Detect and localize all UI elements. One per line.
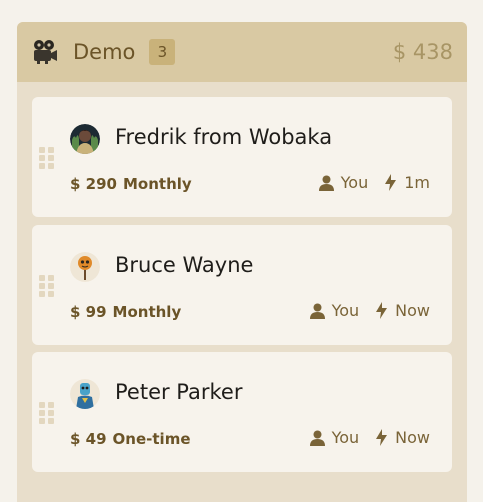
user-icon: [310, 302, 326, 320]
lightning-icon: [382, 174, 398, 192]
lightning-icon: [373, 429, 389, 447]
column-header: Demo 3 $ 438: [17, 22, 467, 82]
deal-card[interactable]: Bruce Wayne $ 99 Monthly You Now: [32, 225, 452, 345]
card-meta: You Now: [310, 301, 430, 320]
contact-name[interactable]: Peter Parker: [115, 380, 243, 404]
drag-handle-icon[interactable]: [39, 147, 55, 169]
user-icon: [310, 429, 326, 447]
owner-label: You: [340, 173, 369, 192]
contact-name[interactable]: Bruce Wayne: [115, 253, 253, 277]
time-label: 1m: [404, 173, 430, 192]
drag-handle-icon[interactable]: [39, 402, 55, 424]
avatar: [70, 124, 100, 154]
deal-value: $ 290 Monthly: [70, 175, 192, 193]
column-title: Demo: [73, 40, 136, 64]
contact-name[interactable]: Fredrik from Wobaka: [115, 125, 332, 149]
price-amount: $ 290: [70, 175, 117, 193]
deal-value: $ 99 Monthly: [70, 303, 181, 321]
time-label: Now: [395, 301, 430, 320]
owner-label: You: [331, 301, 360, 320]
price-frequency: Monthly: [122, 175, 192, 193]
avatar: [70, 379, 100, 409]
price-amount: $ 99: [70, 303, 107, 321]
deal-card[interactable]: Peter Parker $ 49 One-time You Now: [32, 352, 452, 472]
avatar: [70, 252, 100, 282]
owner-label: You: [331, 428, 360, 447]
deal-value: $ 49 One-time: [70, 430, 191, 448]
card-meta: You 1m: [319, 173, 430, 192]
deal-card[interactable]: Fredrik from Wobaka $ 290 Monthly You 1m: [32, 97, 452, 217]
drag-handle-icon[interactable]: [39, 275, 55, 297]
time-label: Now: [395, 428, 430, 447]
pipeline-column: Demo 3 $ 438 Fredrik from Wobaka $ 290 Mo…: [17, 22, 467, 502]
user-icon: [319, 174, 335, 192]
film-projector-icon: [31, 38, 59, 66]
count-badge: 3: [149, 39, 176, 65]
column-total: $ 438: [392, 40, 453, 64]
card-meta: You Now: [310, 428, 430, 447]
price-frequency: Monthly: [112, 303, 182, 321]
price-amount: $ 49: [70, 430, 107, 448]
price-frequency: One-time: [112, 430, 191, 448]
lightning-icon: [373, 302, 389, 320]
